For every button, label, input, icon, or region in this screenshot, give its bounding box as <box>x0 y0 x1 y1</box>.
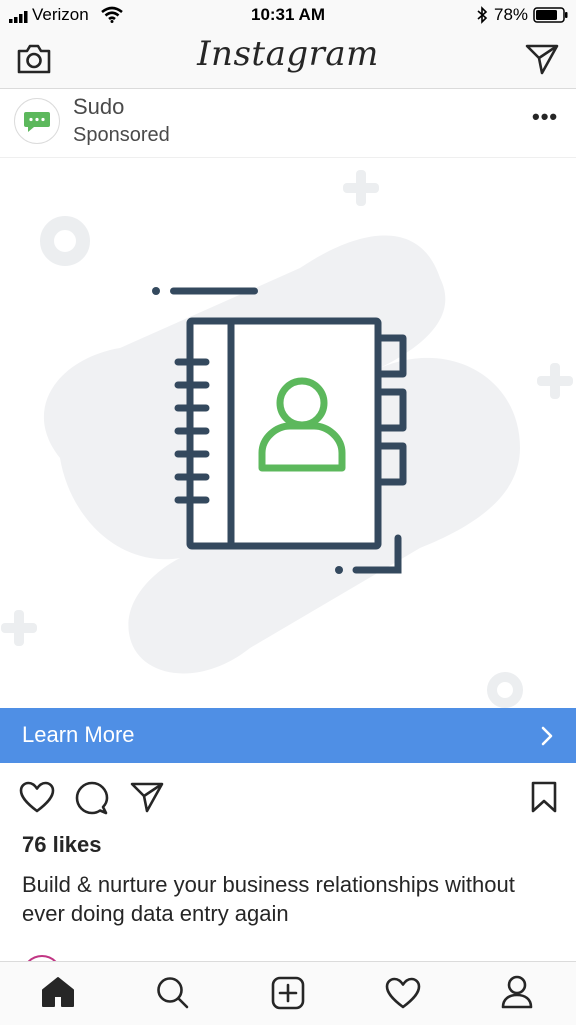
add-post-icon[interactable] <box>271 976 305 1015</box>
app-logo: Instagram <box>197 34 379 74</box>
post-username[interactable]: Sudo <box>73 94 124 120</box>
share-icon[interactable] <box>130 781 164 818</box>
chat-bubble-icon <box>24 112 50 132</box>
search-icon[interactable] <box>156 976 190 1015</box>
home-icon[interactable] <box>41 976 75 1013</box>
bookmark-icon[interactable] <box>531 781 557 818</box>
avatar[interactable] <box>14 98 60 144</box>
post-caption: Build & nurture your business relationsh… <box>22 872 515 926</box>
direct-message-icon[interactable] <box>525 43 559 80</box>
address-book-icon <box>1 170 573 708</box>
post-image[interactable] <box>0 158 576 708</box>
heart-icon[interactable] <box>385 977 421 1014</box>
bluetooth-icon <box>476 6 488 29</box>
learn-more-label: Learn More <box>22 722 135 747</box>
clock-label: 10:31 AM <box>250 5 325 24</box>
comment-icon[interactable] <box>75 781 109 820</box>
decor-ring-small <box>487 672 523 708</box>
decor-ring <box>40 216 90 266</box>
profile-icon[interactable] <box>501 975 533 1014</box>
chevron-right-icon <box>540 725 554 752</box>
like-icon[interactable] <box>19 781 55 818</box>
more-options-button[interactable]: ••• <box>532 104 558 130</box>
sponsored-label: Sponsored <box>73 124 170 146</box>
battery-percent: 78% <box>494 5 529 24</box>
likes-count[interactable]: 76 likes <box>22 832 102 858</box>
battery-icon <box>533 7 569 28</box>
